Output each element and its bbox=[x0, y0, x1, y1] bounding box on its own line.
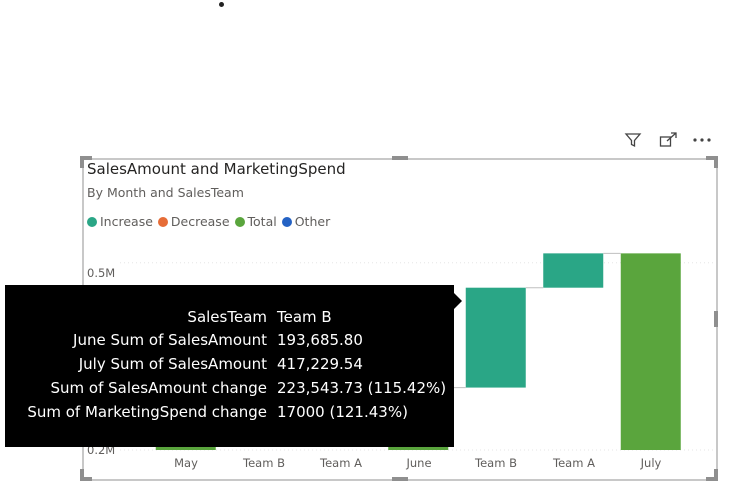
x-tick-label: July bbox=[640, 456, 662, 470]
tooltip-value: 193,685.80 bbox=[277, 331, 363, 349]
x-tick-label: June bbox=[406, 456, 432, 470]
tooltip-row: July Sum of SalesAmount 417,229.54 bbox=[5, 355, 454, 377]
tooltip-pointer bbox=[454, 293, 462, 309]
x-tick-label: Team A bbox=[553, 456, 595, 470]
tooltip-value: 17000 (121.43%) bbox=[277, 403, 408, 421]
x-tick-label: Team A bbox=[320, 456, 362, 470]
x-tick-label: Team B bbox=[475, 456, 517, 470]
tooltip: SalesTeam Team B June Sum of SalesAmount… bbox=[5, 285, 454, 447]
tooltip-value: Team B bbox=[277, 308, 332, 326]
tooltip-label: Sum of SalesAmount change bbox=[50, 379, 267, 397]
tooltip-label: June Sum of SalesAmount bbox=[73, 331, 267, 349]
tooltip-value: 223,543.73 (115.42%) bbox=[277, 379, 447, 397]
x-tick-label: Team B bbox=[243, 456, 285, 470]
tooltip-label: Sum of MarketingSpend change bbox=[27, 403, 267, 421]
y-tick-label: 0.5M bbox=[87, 266, 116, 280]
tooltip-row: June Sum of SalesAmount 193,685.80 bbox=[5, 331, 454, 353]
tooltip-label: SalesTeam bbox=[187, 308, 267, 326]
tooltip-row: Sum of MarketingSpend change 17000 (121.… bbox=[5, 403, 454, 425]
waterfall-bar-team-b[interactable] bbox=[465, 287, 526, 388]
waterfall-bar-july[interactable] bbox=[620, 253, 681, 450]
waterfall-bar-team-a[interactable] bbox=[543, 253, 604, 288]
x-tick-label: May bbox=[174, 456, 198, 470]
tooltip-row: Sum of SalesAmount change 223,543.73 (11… bbox=[5, 379, 454, 401]
tooltip-row: SalesTeam Team B bbox=[5, 308, 454, 330]
tooltip-value: 417,229.54 bbox=[277, 355, 363, 373]
tooltip-label: July Sum of SalesAmount bbox=[78, 355, 267, 373]
